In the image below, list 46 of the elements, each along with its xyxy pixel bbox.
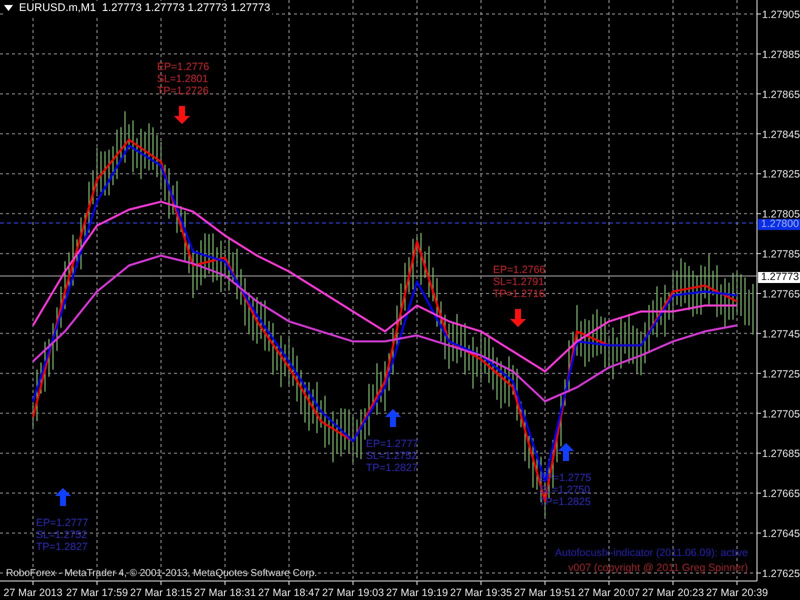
price-axis-label: 1.27685: [762, 448, 800, 460]
price-axis-label: 1.27885: [762, 48, 800, 61]
trade-level-label: TP=1.2827: [366, 462, 418, 474]
price-axis-label: 1.27825: [762, 168, 800, 181]
time-axis-label: 27 Mar 18:15: [130, 587, 192, 599]
price-axis-label: 1.27645: [762, 528, 800, 540]
price-axis-label: 1.27705: [762, 408, 800, 420]
time-axis-label: 27 Mar 18:47: [258, 587, 320, 599]
trade-level-label: SL=1.2752: [366, 450, 418, 462]
time-axis-label: 27 Mar 19:35: [450, 587, 512, 599]
price-axis-label: 1.27845: [762, 128, 800, 141]
price-axis-label: 1.27905: [762, 8, 800, 21]
time-axis-label: 27 Mar 19:51: [514, 587, 576, 599]
price-axis-label: 1.27805: [762, 208, 800, 221]
price-tag: 1.27773: [758, 271, 800, 283]
price-axis-label: 1.27865: [762, 88, 800, 101]
copyright-text: RoboForex - MetaTrader 4, © 2001-2013, MetaQuotes Software Corp.: [6, 568, 318, 579]
trade-level-label: SL=1.2752: [36, 529, 88, 541]
indicator-status-text: Autofocusfx-indicator (2011.06.09): active: [555, 546, 748, 561]
price-axis-label: 1.27725: [762, 368, 800, 380]
time-axis-label: 27 Mar 17:59: [66, 587, 128, 599]
time-axis-label: 27 Mar 2013: [4, 587, 62, 599]
indicator-status-text: v007 (copyright @ 2011 Greg Spinner): [568, 561, 748, 576]
trade-level-label: TP=1.2726: [157, 85, 209, 97]
time-axis-label: 27 Mar 19:19: [386, 587, 448, 599]
trade-level-label: SL=1.2791: [493, 276, 544, 288]
time-axis-label: 27 Mar 20:39: [706, 587, 768, 599]
symbol-title: EURUSD.m,M1: [19, 1, 96, 15]
time-axis-label: 27 Mar 20:23: [642, 587, 704, 599]
time-axis-label: 27 Mar 19:03: [322, 587, 384, 599]
trade-level-label: EP=1.2777: [36, 517, 88, 529]
price-axis-label: 1.27625: [762, 568, 800, 580]
price-axis-label: 1.27785: [762, 248, 800, 261]
quote-values: 1.27773 1.27773 1.27773 1.27773: [102, 1, 270, 15]
time-axis-label: 27 Mar 20:07: [578, 587, 640, 599]
trade-level-label: EP=1.2766: [493, 264, 546, 276]
trade-level-label: SL=1.2801: [157, 73, 208, 85]
price-axis-label: 1.27665: [762, 488, 800, 500]
price-axis-label: 1.27765: [762, 288, 800, 300]
trade-level-label: EP=1.2776: [157, 61, 210, 73]
time-axis-label: 27 Mar 18:31: [194, 587, 256, 599]
trade-level-label: EP=1.2777: [366, 438, 418, 450]
price-axis-label: 1.27745: [762, 328, 800, 340]
price-tag: 1.27800: [758, 218, 800, 230]
trade-level-label: TP=1.2716: [493, 288, 545, 300]
trade-level-label: TP=1.2827: [36, 541, 88, 553]
